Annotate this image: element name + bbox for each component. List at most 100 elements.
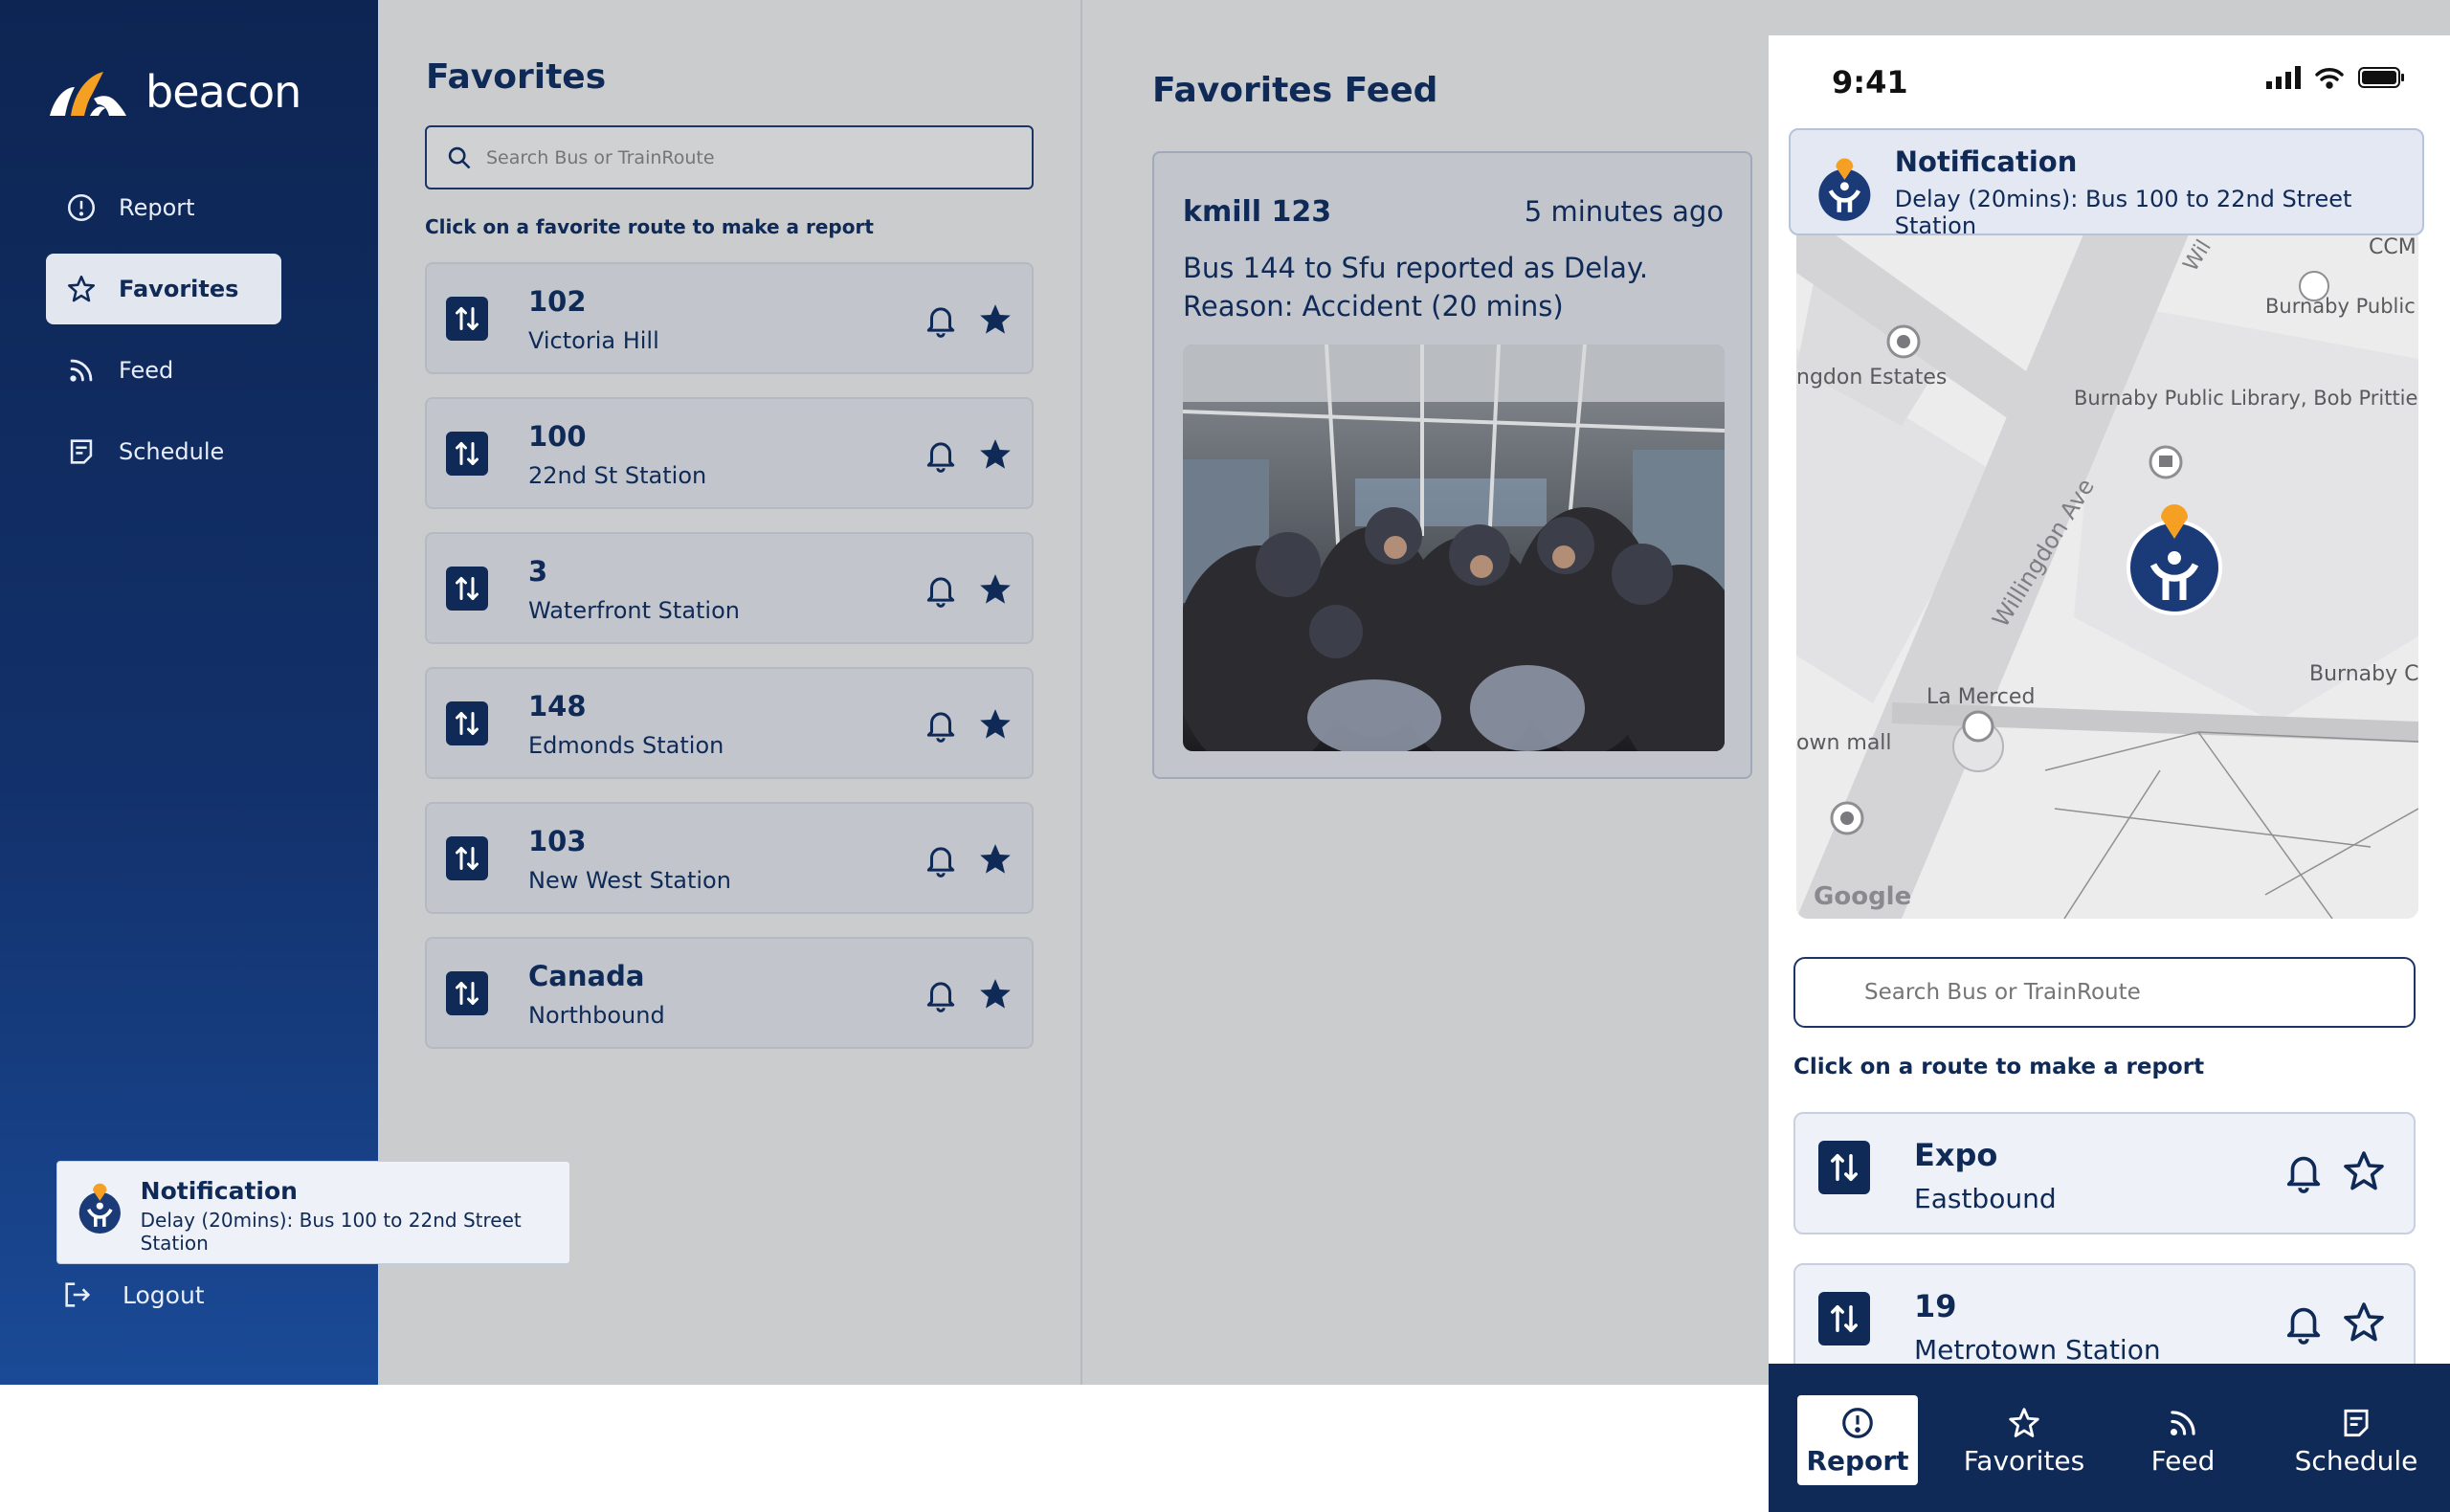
route-destination: 22nd St Station: [528, 462, 707, 489]
sidebar-item-label: Report: [119, 194, 195, 221]
favorite-route-card[interactable]: 100 22nd St Station: [425, 397, 1034, 509]
feed-post-card[interactable]: kmill 123 5 minutes ago Bus 144 to Sfu r…: [1152, 151, 1752, 779]
schedule-icon: [2344, 1409, 2369, 1436]
search-input[interactable]: [1864, 980, 2381, 1005]
map-label-estates: ngdon Estates: [1796, 366, 1947, 389]
star-icon: [67, 275, 96, 302]
route-card[interactable]: Expo Eastbound: [1793, 1112, 2416, 1234]
favorites-search[interactable]: [425, 125, 1034, 189]
notification-toast[interactable]: Notification Delay (20mins): Bus 100 to …: [56, 1161, 570, 1264]
sidebar-item-label: Feed: [119, 357, 174, 384]
star-icon: [2009, 1407, 2039, 1437]
route-number: 100: [528, 420, 587, 453]
bell-icon: [2286, 1156, 2321, 1193]
favorite-toggle[interactable]: [976, 705, 1014, 744]
rss-icon: [2171, 1410, 2195, 1435]
favorite-route-card[interactable]: 3 Waterfront Station: [425, 532, 1034, 644]
battery-icon: [2358, 67, 2404, 88]
route-icon: [1818, 1292, 1870, 1345]
star-filled-icon: [980, 844, 1011, 874]
map-label-civic: Burnaby Civic Squa: [2309, 662, 2418, 686]
column-divider: [1080, 0, 1082, 1385]
status-bar-time: 9:41: [1832, 64, 1908, 100]
route-number: 3: [528, 555, 548, 588]
post-photo[interactable]: [1183, 345, 1725, 751]
crowded-bus-photo: [1183, 345, 1725, 751]
star-filled-icon: [980, 979, 1011, 1009]
tab-feed[interactable]: Feed: [2123, 1395, 2243, 1485]
route-number: 102: [528, 285, 587, 318]
star-filled-icon: [980, 709, 1011, 739]
brand-logo[interactable]: beacon: [46, 63, 301, 121]
favorite-route-card[interactable]: 103 New West Station: [425, 802, 1034, 914]
post-timestamp: 5 minutes ago: [1524, 195, 1724, 228]
route-icon: [1818, 1141, 1870, 1194]
tab-label: Schedule: [2294, 1444, 2418, 1477]
beacon-alert-icon: [1818, 158, 1871, 221]
favorite-route-card[interactable]: 148 Edmonds Station: [425, 667, 1034, 779]
favorite-toggle[interactable]: [976, 840, 1014, 878]
mobile-app: 9:41 Notification Delay (20mins): Bus 10…: [1769, 35, 2450, 1512]
notification-banner[interactable]: Notification Delay (20mins): Bus 100 to …: [1789, 128, 2424, 239]
tab-label: Feed: [2150, 1444, 2216, 1477]
search-input[interactable]: [486, 146, 1022, 168]
map-canvas: CCM Burnaby Public Library Parking ngdon…: [1796, 234, 2418, 919]
bell-icon: [2286, 1307, 2321, 1345]
favorite-route-card[interactable]: 102 Victoria Hill: [425, 262, 1034, 374]
route-destination: Victoria Hill: [528, 327, 659, 354]
notify-button[interactable]: [923, 300, 959, 339]
notify-button[interactable]: [923, 840, 959, 878]
favorite-toggle[interactable]: [976, 300, 1014, 339]
route-number: 103: [528, 825, 587, 857]
favorite-toggle[interactable]: [976, 435, 1014, 474]
map-label-library-parking: Burnaby Public Library Parking: [2265, 295, 2418, 318]
notify-button[interactable]: [923, 975, 959, 1013]
logout-button[interactable]: Logout: [61, 1279, 205, 1311]
sidebar-item-favorites[interactable]: Favorites: [46, 254, 281, 324]
route-icon: [446, 971, 488, 1015]
sidebar-item-feed[interactable]: Feed: [46, 335, 281, 406]
map-label-mall: own mall: [1796, 731, 1892, 755]
mobile-hint: Click on a route to make a report: [1793, 1055, 2205, 1079]
feed-title: Favorites Feed: [1152, 71, 1438, 110]
route-destination: Edmonds Station: [528, 732, 724, 759]
star-outline-icon: [2344, 1151, 2384, 1190]
route-destination: New West Station: [528, 867, 731, 894]
map-label-google: Google: [1814, 882, 1911, 911]
favorite-toggle[interactable]: [2341, 1148, 2387, 1194]
notify-button[interactable]: [923, 570, 959, 609]
route-map[interactable]: CCM Burnaby Public Library Parking ngdon…: [1796, 234, 2418, 919]
sidebar-item-schedule[interactable]: Schedule: [46, 416, 281, 487]
notify-button[interactable]: [2282, 1148, 2326, 1194]
notify-button[interactable]: [2282, 1300, 2326, 1345]
notification-body: Delay (20mins): Bus 100 to 22nd Street S…: [1894, 186, 2352, 239]
post-username[interactable]: kmill 123: [1183, 195, 1331, 229]
bell-icon: [926, 307, 955, 338]
route-number: Expo: [1914, 1137, 1998, 1173]
bell-icon: [926, 442, 955, 473]
tab-label: Report: [1806, 1444, 1909, 1477]
notify-button[interactable]: [923, 705, 959, 744]
sidebar-item-label: Schedule: [119, 438, 225, 465]
sidebar-item-report[interactable]: Report: [46, 172, 281, 243]
notify-button[interactable]: [923, 435, 959, 474]
schedule-icon: [70, 439, 93, 464]
favorite-toggle[interactable]: [976, 975, 1014, 1013]
route-arrows-icon: [456, 712, 479, 735]
favorite-toggle[interactable]: [976, 570, 1014, 609]
logout-label: Logout: [122, 1280, 205, 1309]
mobile-search[interactable]: [1793, 957, 2416, 1028]
route-arrows-icon: [456, 442, 479, 465]
star-filled-icon: [980, 574, 1011, 604]
page-title: Favorites: [426, 57, 607, 97]
route-destination: Waterfront Station: [528, 597, 740, 624]
tab-report[interactable]: Report: [1797, 1395, 1918, 1485]
favorite-route-card[interactable]: Canada Northbound: [425, 937, 1034, 1049]
route-icon: [446, 432, 488, 476]
tab-schedule[interactable]: Schedule: [2280, 1395, 2433, 1485]
route-number: 19: [1914, 1288, 1957, 1324]
tab-favorites[interactable]: Favorites: [1964, 1395, 2084, 1485]
signal-icon: [2266, 66, 2301, 89]
favorite-toggle[interactable]: [2341, 1300, 2387, 1345]
star-filled-icon: [980, 439, 1011, 469]
